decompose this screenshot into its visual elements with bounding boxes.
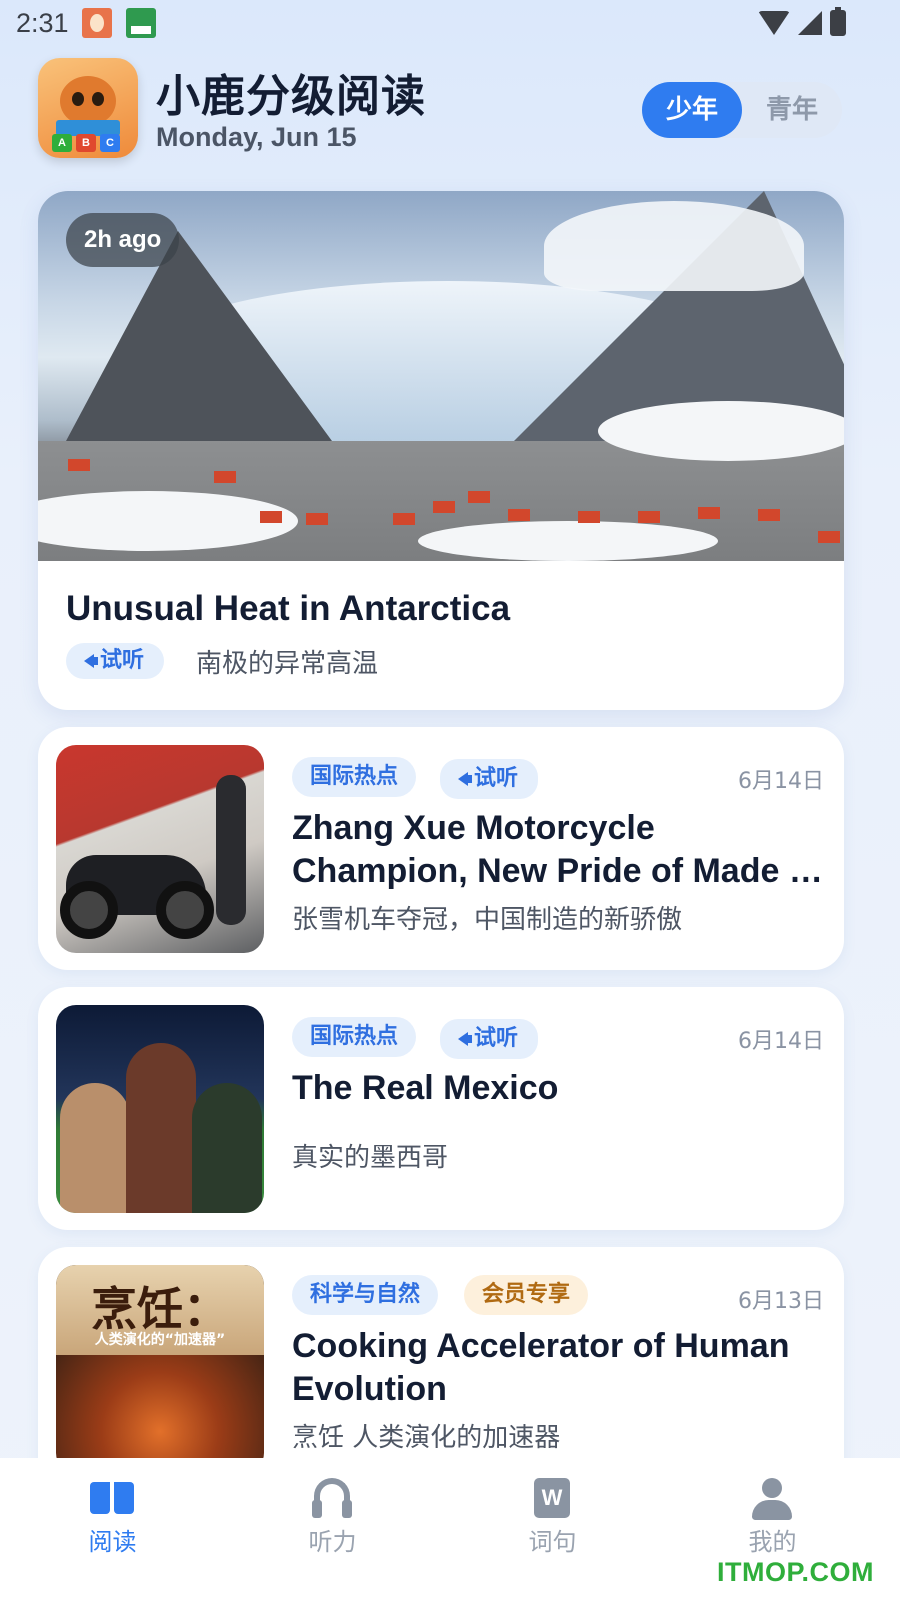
level-option-youth[interactable]: 青年 [742, 82, 842, 138]
headphones-icon [310, 1478, 354, 1522]
nav-tab-listening[interactable]: 听力 [220, 1458, 445, 1600]
featured-article-card[interactable]: 2h ago Unusual Heat in Antarctica 试听 南极的… [38, 191, 844, 710]
article-title[interactable]: The Real Mexico [292, 1067, 824, 1110]
logo-block: C [100, 134, 120, 152]
member-only-tag[interactable]: 会员专享 [464, 1275, 589, 1315]
article-card[interactable]: 烹饪： 人类演化的“加速器” 科学与自然 会员专享 6月13日 Cooking … [38, 1247, 844, 1490]
listen-label: 试听 [474, 766, 519, 791]
category-tag[interactable]: 国际热点 [292, 757, 417, 797]
status-time: 2:31 [16, 8, 69, 38]
article-title[interactable]: Cooking Accelerator of Human Evolution [292, 1325, 824, 1411]
category-tag[interactable]: 国际热点 [292, 1017, 417, 1057]
article-card[interactable]: 国际热点 试听 6月14日 The Real Mexico 真实的墨西哥 [38, 987, 844, 1230]
listen-button[interactable]: 试听 [440, 759, 539, 799]
article-date: 6月14日 [738, 1029, 824, 1054]
article-card[interactable]: 国际热点 试听 6月14日 Zhang Xue Motorcycle Champ… [38, 727, 844, 970]
nav-label: 我的 [748, 1528, 797, 1556]
article-thumbnail-motorcycle [56, 745, 264, 953]
article-subtitle: 烹饪 人类演化的加速器 [292, 1423, 561, 1453]
notification-app-icon [126, 8, 156, 38]
bottom-navigation: 阅读 听力 W 词句 我的 ITMOP.COM [0, 1458, 900, 1600]
signal-icon [798, 11, 822, 35]
featured-image-antarctica: 2h ago [38, 191, 844, 561]
status-bar: 2:31 [0, 0, 900, 48]
speaker-icon [84, 654, 98, 668]
nav-tab-words[interactable]: W 词句 [440, 1458, 665, 1600]
article-date: 6月14日 [738, 769, 824, 794]
nav-label: 词句 [528, 1528, 577, 1556]
article-thumbnail-cooking: 烹饪： 人类演化的“加速器” [56, 1265, 264, 1473]
article-thumbnail-mexico [56, 1005, 264, 1213]
nav-label: 听力 [308, 1528, 357, 1556]
article-subtitle: 真实的墨西哥 [292, 1143, 449, 1173]
status-indicators [758, 7, 846, 36]
user-icon [750, 1478, 794, 1522]
speaker-icon [458, 1032, 472, 1046]
wifi-icon [758, 11, 790, 35]
featured-subtitle: 南极的异常高温 [196, 649, 379, 679]
notification-app-icon [82, 8, 112, 38]
listen-button[interactable]: 试听 [66, 643, 165, 679]
time-ago-badge: 2h ago [66, 213, 180, 267]
current-date: Monday, Jun 15 [156, 122, 357, 152]
listen-label: 试听 [100, 648, 145, 673]
word-doc-icon: W [530, 1478, 574, 1522]
book-icon [90, 1478, 134, 1522]
article-subtitle: 张雪机车夺冠，中国制造的新骄傲 [292, 905, 683, 935]
app-title: 小鹿分级阅读 [156, 71, 426, 122]
level-option-junior[interactable]: 少年 [642, 82, 742, 138]
article-title[interactable]: Zhang Xue Motorcycle Champion, New Pride… [292, 807, 824, 893]
speaker-icon [458, 772, 472, 786]
watermark: ITMOP.COM [716, 1557, 874, 1587]
listen-button[interactable]: 试听 [440, 1019, 539, 1059]
logo-blocks: A B C [52, 134, 120, 152]
logo-block: A [52, 134, 72, 152]
nav-label: 阅读 [88, 1528, 137, 1556]
article-date: 6月13日 [738, 1289, 824, 1314]
battery-icon [830, 7, 846, 36]
deer-face [60, 76, 116, 126]
nav-tab-reading[interactable]: 阅读 [0, 1458, 225, 1600]
listen-label: 试听 [474, 1026, 519, 1051]
app-logo: A B C [38, 58, 138, 158]
level-toggle[interactable]: 少年 青年 [642, 82, 842, 138]
logo-block: B [76, 134, 96, 152]
category-tag[interactable]: 科学与自然 [292, 1275, 439, 1315]
featured-title[interactable]: Unusual Heat in Antarctica [66, 589, 510, 629]
thumbnail-subtitle: 人类演化的“加速器” [94, 1332, 226, 1348]
